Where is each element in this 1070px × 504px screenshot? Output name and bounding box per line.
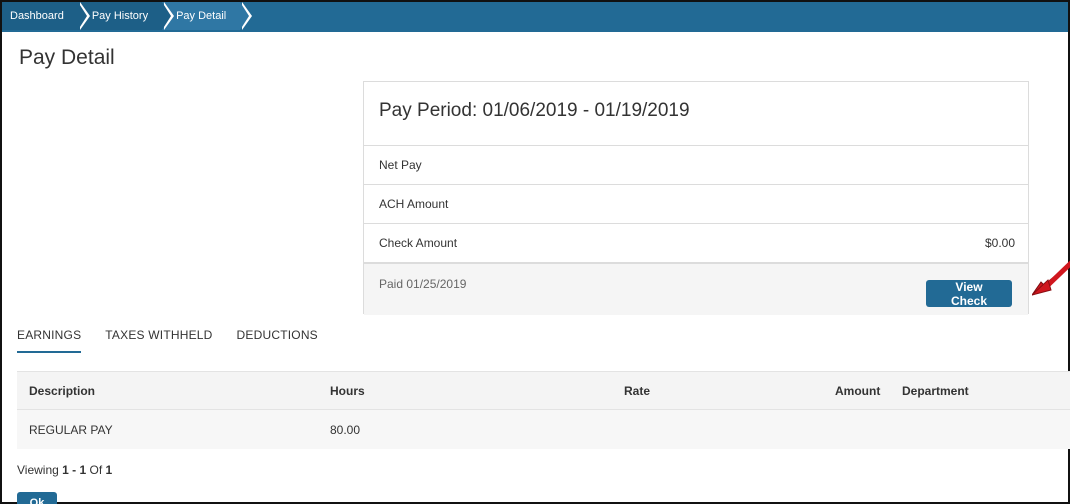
view-check-button[interactable]: View Check: [926, 280, 1012, 308]
tab-taxes-withheld[interactable]: TAXES WITHHELD: [105, 328, 212, 353]
breadcrumb-dashboard[interactable]: Dashboard: [2, 2, 90, 30]
viewing-total: 1: [105, 463, 113, 477]
viewing-range: 1 - 1: [62, 463, 87, 477]
pay-period-title: Pay Period: 01/06/2019 - 01/19/2019: [364, 82, 1028, 146]
tab-earnings[interactable]: EARNINGS: [17, 328, 82, 353]
ok-button[interactable]: Ok: [17, 492, 57, 504]
earnings-table: Description Hours Rate Amount Department…: [17, 371, 1070, 449]
ach-amount-label: ACH Amount: [379, 197, 449, 211]
net-pay-label: Net Pay: [379, 158, 422, 172]
check-amount-row: Check Amount $0.00: [364, 224, 1028, 263]
breadcrumb: Dashboard Pay History Pay Detail: [2, 2, 1068, 30]
detail-tabs: EARNINGS TAXES WITHHELD DEDUCTIONS: [17, 328, 318, 353]
cell-description: REGULAR PAY: [29, 422, 113, 437]
check-amount-value: $0.00: [984, 236, 1015, 250]
breadcrumb-bar: Dashboard Pay History Pay Detail: [2, 2, 1068, 32]
viewing-count: Viewing 1 - 1 Of 1: [17, 463, 112, 477]
table-row: REGULAR PAY 80.00: [17, 410, 1070, 449]
page-title: Pay Detail: [19, 46, 115, 69]
column-header-description[interactable]: Description: [29, 372, 95, 409]
table-header-row: Description Hours Rate Amount Department: [17, 371, 1070, 410]
pay-period-card: Pay Period: 01/06/2019 - 01/19/2019 Net …: [363, 81, 1029, 315]
tab-deductions[interactable]: DEDUCTIONS: [237, 328, 318, 353]
check-amount-label: Check Amount: [379, 236, 458, 250]
viewing-prefix: Viewing: [17, 463, 63, 477]
ach-amount-row: ACH Amount: [364, 185, 1028, 224]
column-header-amount[interactable]: Amount: [835, 372, 880, 409]
column-header-hours[interactable]: Hours: [330, 372, 365, 409]
net-pay-row: Net Pay: [364, 146, 1028, 185]
paid-date: Paid 01/25/2019: [379, 276, 467, 291]
column-header-rate[interactable]: Rate: [624, 372, 650, 409]
breadcrumb-pay-history[interactable]: Pay History: [77, 2, 175, 30]
annotation-arrow-icon: [1032, 260, 1070, 296]
pay-card-footer: Paid 01/25/2019 View Check: [364, 263, 1028, 315]
column-header-department[interactable]: Department: [902, 372, 969, 409]
cell-hours: 80.00: [330, 422, 361, 437]
viewing-of: Of: [86, 463, 106, 477]
